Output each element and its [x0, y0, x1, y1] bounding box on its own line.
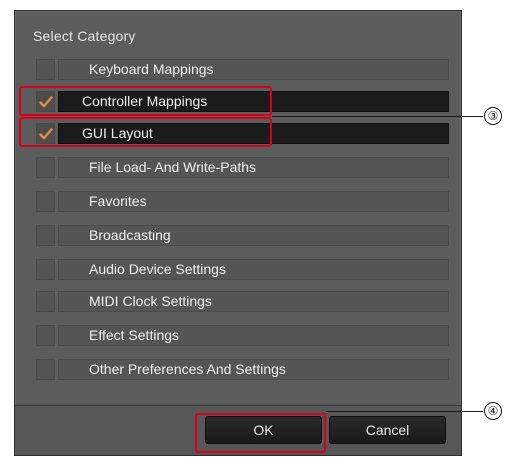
- category-row-other-preferences[interactable]: Other Preferences And Settings: [36, 359, 449, 380]
- category-label: Other Preferences And Settings: [89, 361, 286, 377]
- screenshot-stage: Select Category Keyboard Mappings Contro…: [0, 0, 513, 457]
- callout-leader-line: [272, 116, 483, 117]
- category-checkbox[interactable]: [36, 325, 55, 346]
- category-row-broadcasting[interactable]: Broadcasting: [36, 225, 449, 246]
- ok-button[interactable]: OK: [205, 416, 322, 444]
- category-checkbox[interactable]: [36, 225, 55, 246]
- category-row-effect-settings[interactable]: Effect Settings: [36, 325, 449, 346]
- category-label: Favorites: [89, 193, 147, 209]
- category-checkbox[interactable]: [36, 123, 55, 144]
- select-category-dialog: Select Category Keyboard Mappings Contro…: [14, 10, 462, 456]
- category-label: Effect Settings: [89, 327, 180, 343]
- category-row-favorites[interactable]: Favorites: [36, 191, 449, 212]
- cancel-button[interactable]: Cancel: [329, 416, 446, 444]
- category-label: Controller Mappings: [82, 93, 208, 109]
- dialog-footer: OK Cancel: [15, 406, 461, 455]
- category-label: Keyboard Mappings: [89, 61, 214, 77]
- callout-marker-3: ③: [484, 107, 502, 125]
- category-row-gui-layout[interactable]: GUI Layout: [36, 123, 449, 144]
- category-row-audio-device-settings[interactable]: Audio Device Settings: [36, 259, 449, 280]
- category-label: Audio Device Settings: [89, 261, 226, 277]
- category-row-midi-clock-settings[interactable]: MIDI Clock Settings: [36, 291, 449, 312]
- category-label: MIDI Clock Settings: [89, 293, 212, 309]
- category-row-file-load-write-paths[interactable]: File Load- And Write-Paths: [36, 157, 449, 178]
- category-checkbox[interactable]: [36, 91, 55, 112]
- category-checkbox[interactable]: [36, 259, 55, 280]
- category-label: File Load- And Write-Paths: [89, 159, 257, 175]
- checkmark-icon: [38, 127, 53, 139]
- category-row-controller-mappings[interactable]: Controller Mappings: [36, 91, 449, 112]
- dialog-title: Select Category: [33, 28, 136, 44]
- category-label: Broadcasting: [89, 227, 171, 243]
- category-label: GUI Layout: [82, 125, 153, 141]
- category-checkbox[interactable]: [36, 291, 55, 312]
- category-checkbox[interactable]: [36, 157, 55, 178]
- category-checkbox[interactable]: [36, 59, 55, 80]
- category-checkbox[interactable]: [36, 191, 55, 212]
- callout-leader-line: [326, 411, 483, 412]
- checkmark-icon: [38, 95, 53, 107]
- category-checkbox[interactable]: [36, 359, 55, 380]
- callout-marker-4: ④: [484, 402, 502, 420]
- category-row-keyboard-mappings[interactable]: Keyboard Mappings: [36, 59, 449, 80]
